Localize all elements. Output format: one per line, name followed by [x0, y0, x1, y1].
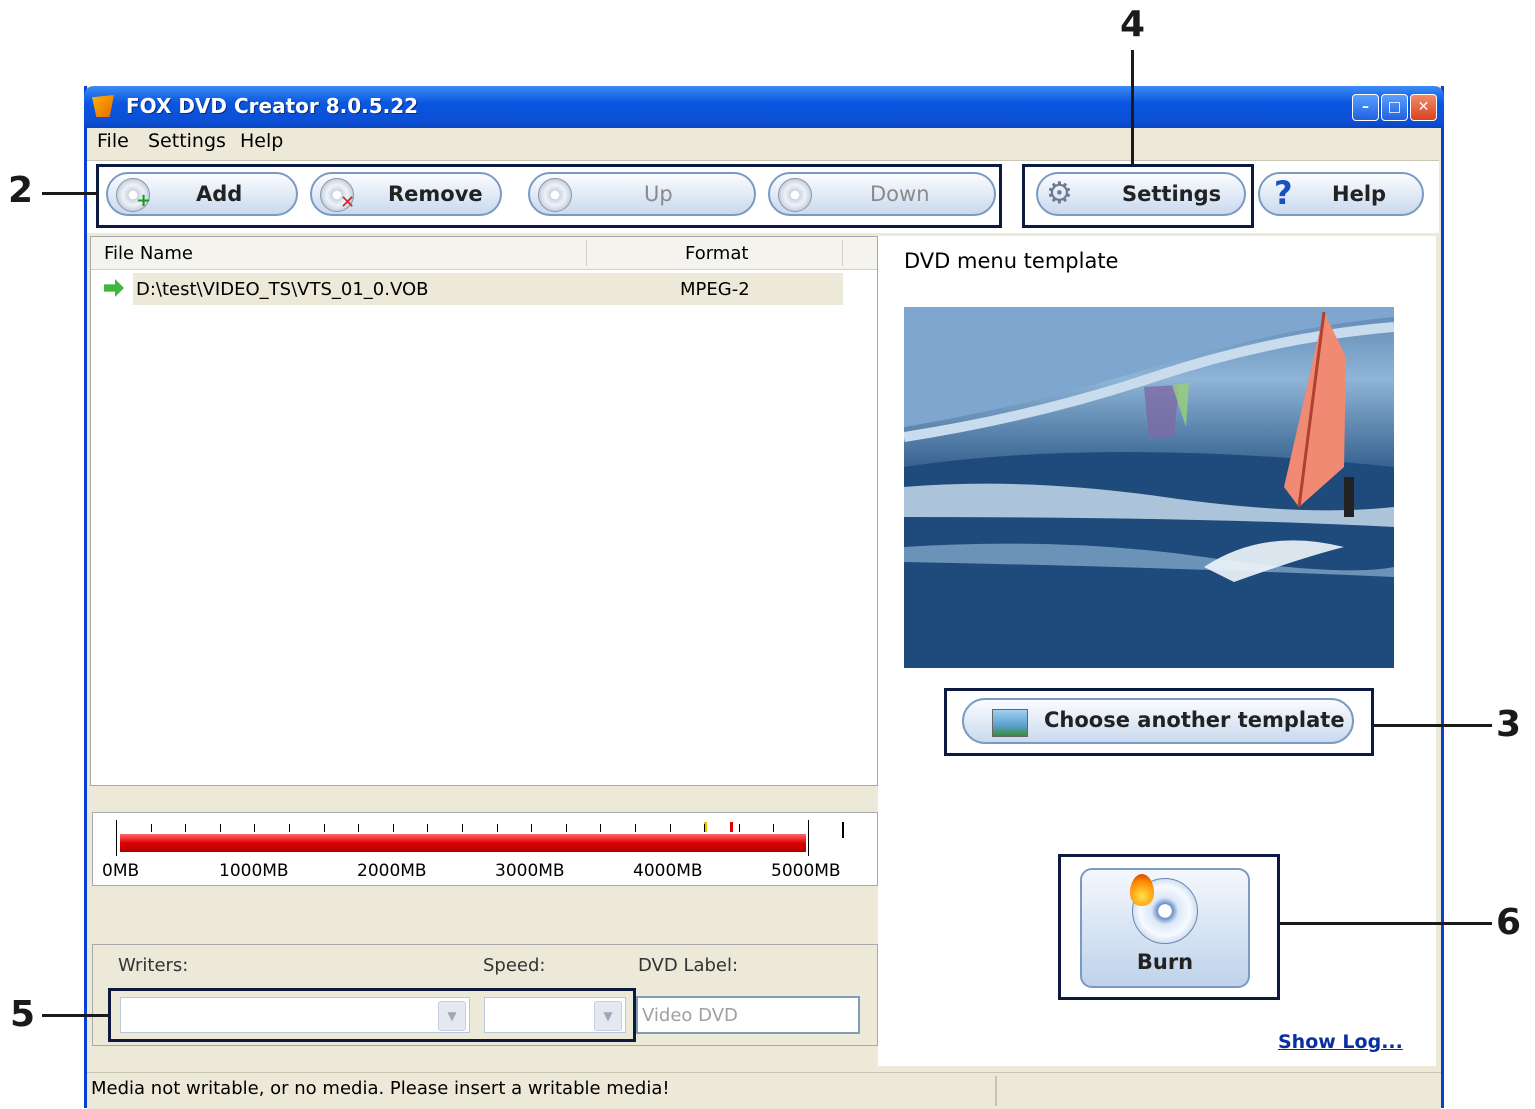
- minimize-icon[interactable]: –: [1352, 94, 1379, 121]
- file-list-header: [91, 237, 877, 270]
- capacity-tick: [773, 824, 775, 832]
- capacity-tick: [254, 824, 256, 832]
- file-format-cell: MPEG-2: [680, 279, 750, 300]
- help-label: Help: [1332, 182, 1387, 206]
- highlight-settings: [1022, 164, 1254, 228]
- window-title: FOX DVD Creator 8.0.5.22: [126, 94, 419, 118]
- capacity-tick: [427, 824, 429, 832]
- capacity-red-mark: [730, 822, 733, 832]
- column-file-name[interactable]: File Name: [104, 243, 193, 264]
- menu-settings[interactable]: Settings: [148, 130, 226, 152]
- menu-bar: [87, 128, 1441, 158]
- capacity-tick: [323, 824, 325, 832]
- capacity-label-0: 0MB: [102, 861, 140, 881]
- capacity-tick: [565, 824, 567, 832]
- file-list-panel[interactable]: [90, 236, 878, 786]
- capacity-tick: [219, 824, 221, 832]
- maximize-icon[interactable]: □: [1381, 94, 1408, 121]
- dvd-label-label: DVD Label:: [638, 955, 739, 976]
- template-preview-image: [904, 307, 1394, 668]
- close-icon[interactable]: ✕: [1410, 94, 1437, 121]
- capacity-label-5000: 5000MB: [771, 861, 841, 881]
- show-log-link[interactable]: Show Log...: [1278, 1031, 1403, 1053]
- callout-6-line: [1280, 922, 1492, 925]
- highlight-writer-speed: [108, 988, 636, 1042]
- menu-help[interactable]: Help: [240, 130, 283, 152]
- template-label: DVD menu template: [904, 249, 1119, 273]
- dvd-label-input[interactable]: Video DVD: [636, 996, 860, 1034]
- capacity-tick: [808, 824, 809, 832]
- capacity-label-4000: 4000MB: [633, 861, 703, 881]
- capacity-tick: [496, 824, 498, 832]
- capacity-label-1000: 1000MB: [219, 861, 289, 881]
- question-icon: ?: [1274, 174, 1293, 212]
- menu-file[interactable]: File: [97, 130, 129, 152]
- capacity-fill: [120, 834, 806, 852]
- callout-3: 3: [1496, 704, 1522, 745]
- capacity-tick: [462, 824, 463, 832]
- column-divider: [586, 240, 587, 266]
- capacity-limit-mark: [842, 822, 844, 838]
- file-name-cell: D:\test\VIDEO_TS\VTS_01_0.VOB: [136, 279, 429, 300]
- capacity-tick: [531, 824, 533, 832]
- column-format[interactable]: Format: [685, 243, 748, 264]
- callout-5: 5: [10, 994, 36, 1035]
- capacity-tick: [704, 824, 706, 832]
- capacity-tick: [185, 824, 187, 832]
- capacity-tick: [635, 824, 636, 832]
- highlight-burn: [1058, 854, 1280, 1000]
- speed-label: Speed:: [483, 955, 546, 976]
- capacity-tick: [358, 824, 360, 832]
- callout-5-line: [42, 1014, 110, 1017]
- capacity-tick: [669, 824, 671, 832]
- callout-4: 4: [1120, 4, 1146, 45]
- column-divider: [842, 240, 843, 266]
- highlight-toolbar-buttons: [96, 164, 1002, 228]
- capacity-label-3000: 3000MB: [495, 861, 565, 881]
- callout-2-line: [42, 192, 98, 195]
- callout-6: 6: [1496, 902, 1522, 943]
- status-separator: [995, 1076, 997, 1106]
- highlight-choose-template: [944, 688, 1374, 756]
- capacity-tick: [150, 824, 152, 832]
- capacity-tick: [392, 824, 394, 832]
- capacity-tick: [738, 824, 740, 832]
- help-button[interactable]: ? Help: [1258, 172, 1424, 216]
- callout-2: 2: [8, 170, 34, 211]
- callout-4-line: [1131, 50, 1134, 164]
- capacity-label-2000: 2000MB: [357, 861, 427, 881]
- callout-3-line: [1374, 724, 1492, 727]
- capacity-tick: [600, 824, 602, 832]
- writers-label: Writers:: [118, 955, 189, 976]
- capacity-tick: [289, 824, 290, 832]
- status-message: Media not writable, or no media. Please …: [91, 1078, 670, 1099]
- capacity-tick: [116, 824, 117, 832]
